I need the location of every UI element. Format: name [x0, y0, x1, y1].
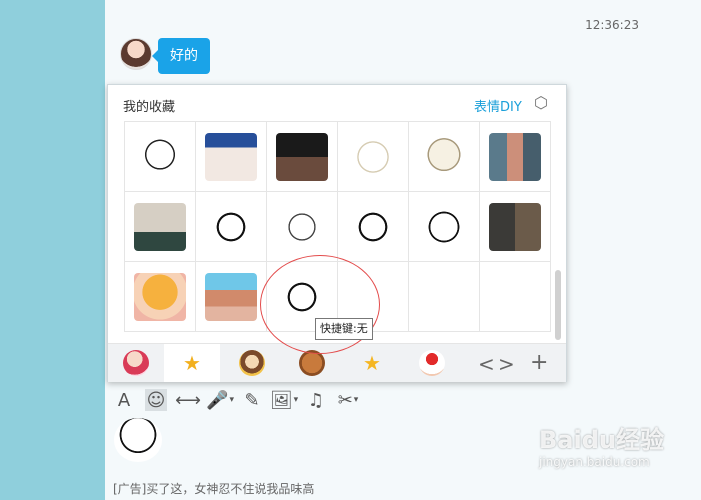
emoji-diy-link[interactable]: 表情DIY [474, 96, 522, 115]
image-glyph: 🖼 [269, 389, 293, 411]
left-panel-strip [0, 0, 105, 500]
music-icon[interactable]: ♫ [305, 389, 327, 411]
tab-favorites[interactable]: ★ [164, 344, 220, 382]
emoji-cell[interactable] [125, 122, 196, 192]
mic-icon[interactable]: 🎤 ▾ [206, 389, 234, 411]
scrollbar[interactable] [555, 270, 561, 340]
nav-right-icon[interactable]: > [498, 352, 515, 376]
tab-star[interactable]: ★ [344, 344, 400, 382]
emoji-cell[interactable] [125, 262, 196, 332]
star-icon: ★ [183, 351, 201, 375]
emoji-cell[interactable] [480, 192, 551, 262]
emoji-cell[interactable] [338, 122, 409, 192]
avatar-tab-icon [123, 350, 149, 376]
emoji-cell[interactable] [409, 262, 480, 332]
pen-icon[interactable]: ✎ [241, 389, 263, 411]
emoji-thumb [205, 132, 257, 181]
emoji-cell[interactable] [409, 192, 480, 262]
emoji-thumb [134, 272, 186, 321]
character-icon [239, 350, 265, 376]
emoji-cell[interactable] [338, 192, 409, 262]
mic-glyph: 🎤 [206, 389, 229, 411]
tab-recent[interactable] [108, 344, 164, 382]
font-icon[interactable]: A [113, 389, 135, 411]
emoji-thumb [418, 132, 470, 181]
shortcut-tooltip: 快捷键:无 [315, 318, 373, 340]
santa-icon [419, 350, 445, 376]
emoji-cell[interactable] [196, 192, 267, 262]
settings-icon[interactable]: ⬡ [532, 94, 550, 112]
emoji-cell[interactable] [196, 122, 267, 192]
emoji-thumb [134, 202, 186, 251]
dropdown-icon[interactable]: ▾ [294, 395, 299, 405]
emoji-thumb [418, 202, 470, 251]
ad-text[interactable]: [广告]买了这，女神忍不住说我品味高 [113, 480, 314, 497]
emoji-thumb [205, 272, 257, 321]
emoji-icon[interactable]: ☺ [145, 389, 167, 411]
message-timestamp: 12:36:23 [585, 18, 639, 32]
emoji-preview [114, 418, 162, 462]
dropdown-icon[interactable]: ▾ [229, 395, 234, 405]
emoji-thumb [205, 202, 257, 251]
add-icon[interactable]: + [530, 350, 548, 375]
emoji-cell[interactable] [480, 262, 551, 332]
input-toolbar: A ☺ ⟷ 🎤 ▾ ✎ 🖼 ▾ ♫ ✂ ▾ [113, 388, 359, 412]
emoji-cell[interactable] [196, 262, 267, 332]
star-icon: ★ [363, 351, 381, 375]
nav-left-icon[interactable]: < [478, 352, 495, 376]
emoji-cell[interactable] [125, 192, 196, 262]
emoji-thumb [489, 132, 541, 181]
emoji-thumb [276, 132, 328, 181]
scissors-icon[interactable]: ✂ ▾ [337, 389, 359, 411]
emoji-thumb [134, 132, 186, 181]
scissors-glyph: ✂ [337, 389, 353, 411]
watermark-brand: Baidu经验 [539, 426, 664, 454]
emoji-cell[interactable] [480, 122, 551, 192]
image-icon[interactable]: 🖼 ▾ [269, 389, 298, 411]
chat-bubble: 好的 [152, 38, 210, 74]
emoji-cell[interactable] [267, 192, 338, 262]
watermark-url: jingyan.baidu.com [539, 455, 650, 469]
avatar[interactable] [120, 38, 152, 70]
shake-icon[interactable]: ⟷ [175, 389, 201, 411]
emoji-thumb [276, 202, 328, 251]
panel-title: 我的收藏 [123, 100, 176, 115]
emoji-thumb [489, 202, 541, 251]
dropdown-icon[interactable]: ▾ [354, 395, 359, 405]
tab-santa[interactable] [404, 344, 460, 382]
watermark: Baidu经验 jingyan.baidu.com [539, 420, 679, 480]
emoji-cell[interactable] [409, 122, 480, 192]
emoji-thumb [347, 132, 399, 181]
tab-character[interactable] [224, 344, 280, 382]
emoji-cell[interactable] [267, 122, 338, 192]
emoji-thumb [347, 202, 399, 251]
